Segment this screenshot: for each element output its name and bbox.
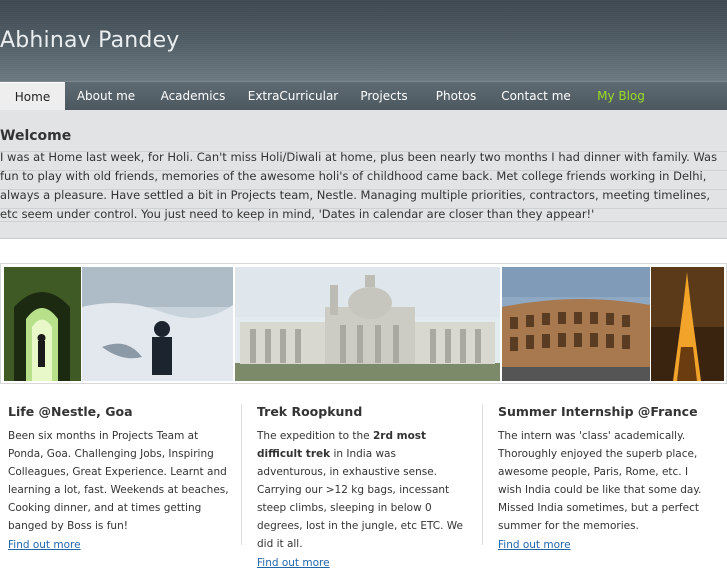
welcome-section: Welcome I was at Home last week, for Hol…	[0, 110, 727, 239]
column-divider	[482, 404, 483, 545]
column-text: Been six months in Projects Team at Pond…	[8, 430, 229, 532]
feature-column-roopkund: Trek Roopkund The expedition to the 2rd …	[257, 404, 467, 569]
site-title[interactable]: Abhinav Pandey	[0, 28, 180, 53]
photo-strip	[0, 263, 727, 384]
feature-column-france: Summer Internship @France The intern was…	[498, 404, 713, 551]
nav-my-blog[interactable]: My Blog	[581, 82, 661, 110]
nav-academics[interactable]: Academics	[147, 82, 239, 110]
nav-extracurricular[interactable]: ExtraCurricular	[239, 82, 347, 110]
feature-column-nestle: Life @Nestle, Goa Been six months in Pro…	[8, 404, 230, 551]
nav-contact-me[interactable]: Contact me	[491, 82, 581, 110]
tunnel-photo[interactable]	[4, 267, 81, 381]
column-text-part: The expedition to the	[257, 430, 373, 442]
nav-photos[interactable]: Photos	[421, 82, 491, 110]
nav-about-me[interactable]: About me	[65, 82, 147, 110]
column-text: The expedition to the 2rd most difficult…	[257, 427, 467, 553]
column-text-part: in India was adventurous, in exhaustive …	[257, 448, 463, 550]
snow-trek-photo[interactable]	[82, 267, 233, 381]
column-text: The intern was 'class' academically. Tho…	[498, 430, 702, 532]
column-title: Trek Roopkund	[257, 404, 363, 419]
find-out-more-link[interactable]: Find out more	[8, 539, 230, 551]
nav-projects[interactable]: Projects	[347, 82, 421, 110]
welcome-heading: Welcome	[0, 128, 72, 144]
find-out-more-link[interactable]: Find out more	[257, 557, 467, 569]
welcome-text: I was at Home last week, for Holi. Can't…	[0, 150, 718, 221]
eiffel-tower-photo[interactable]	[651, 267, 724, 381]
colosseum-photo[interactable]	[502, 267, 650, 381]
column-title: Life @Nestle, Goa	[8, 404, 133, 419]
column-title: Summer Internship @France	[498, 404, 698, 419]
site-header: Abhinav Pandey	[0, 0, 727, 81]
building-photo[interactable]	[235, 267, 500, 381]
nav-home[interactable]: Home	[0, 82, 65, 110]
column-divider	[241, 404, 242, 545]
main-nav: Home About me Academics ExtraCurricular …	[0, 81, 727, 110]
find-out-more-link[interactable]: Find out more	[498, 539, 713, 551]
